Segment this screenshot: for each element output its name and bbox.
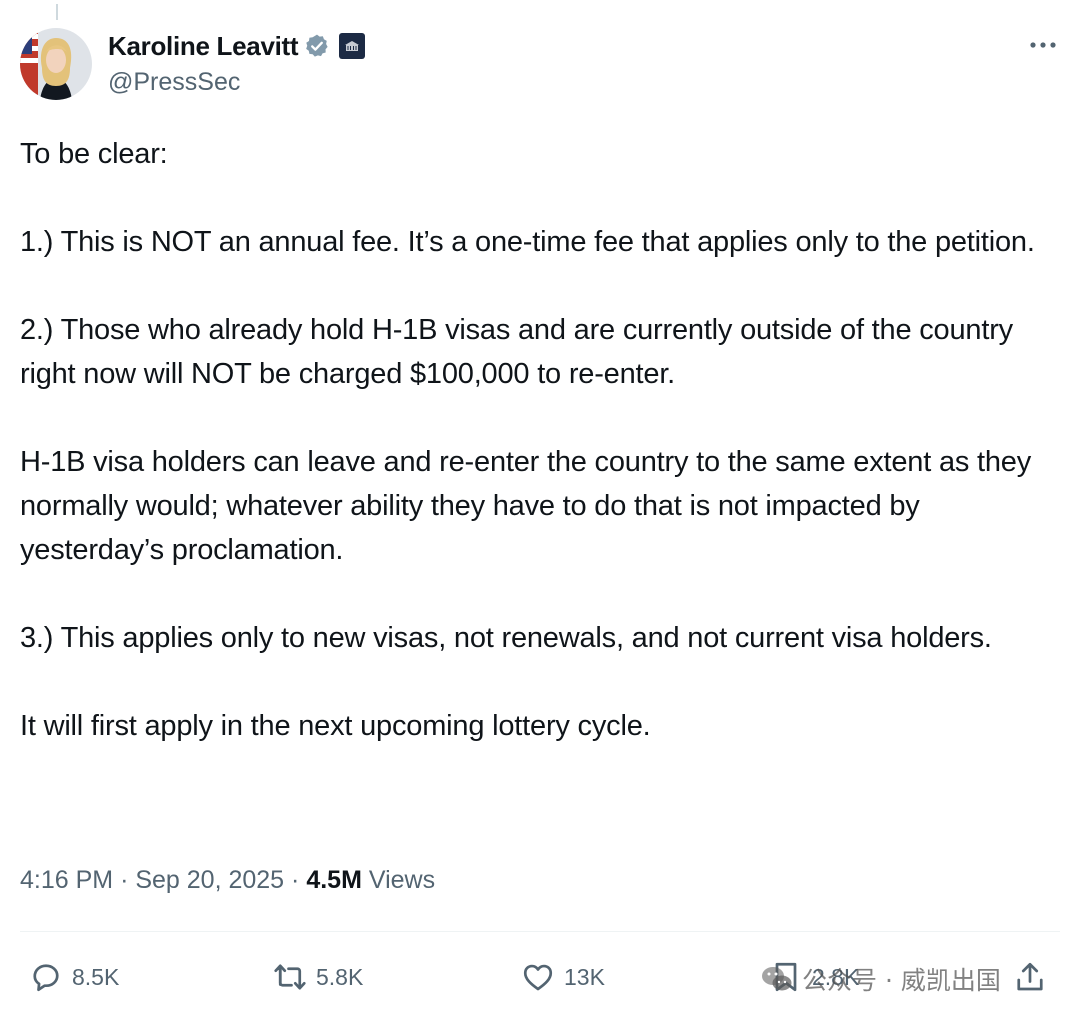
- more-icon[interactable]: [1028, 36, 1058, 54]
- reply-button[interactable]: 8.5K: [28, 952, 119, 1002]
- like-icon: [523, 964, 553, 991]
- reply-icon: [33, 964, 59, 992]
- share-button[interactable]: [1012, 952, 1056, 1002]
- tweet-paragraph: 1.) This is NOT an annual fee. It’s a on…: [20, 226, 1035, 258]
- author-handle[interactable]: @PressSec: [108, 68, 240, 97]
- meta-separator: ·: [291, 866, 300, 894]
- wechat-icon: [762, 967, 792, 991]
- retweet-button[interactable]: 5.8K: [272, 952, 363, 1002]
- tweet-paragraph: 2.) Those who already hold H-1B visas an…: [20, 314, 1013, 390]
- views-label: Views: [368, 866, 436, 894]
- verified-icon[interactable]: [304, 33, 330, 59]
- author-name[interactable]: Karoline Leavitt: [108, 31, 299, 62]
- tweet-paragraph: To be clear:: [20, 138, 168, 170]
- tweet-time[interactable]: 4:16 PM: [20, 866, 113, 894]
- retweet-icon: [274, 964, 306, 990]
- tweet-paragraph: H-1B visa holders can leave and re-enter…: [20, 446, 1032, 566]
- watermark-text: 公众号 · 威凯出国: [802, 966, 1001, 995]
- white-house-badge-icon[interactable]: [339, 33, 366, 59]
- tweet-meta: 4:16 PM · Sep 20, 2025 · 4.5M Views: [20, 866, 435, 895]
- tweet-body: To be clear: 1.) This is NOT an annual f…: [20, 132, 1060, 792]
- tweet-paragraph: 3.) This applies only to new visas, not …: [20, 622, 992, 654]
- watermark: 公众号 · 威凯出国: [760, 961, 1001, 997]
- author-name-row: Karoline Leavitt: [108, 30, 366, 62]
- reply-count: 8.5K: [72, 963, 120, 990]
- views-count[interactable]: 4.5M: [306, 866, 362, 894]
- share-icon: [1017, 962, 1043, 991]
- avatar[interactable]: [20, 28, 92, 100]
- like-button[interactable]: 13K: [520, 952, 605, 1002]
- tweet-date[interactable]: Sep 20, 2025: [135, 866, 284, 894]
- tweet-paragraph: It will first apply in the next upcoming…: [20, 710, 651, 742]
- thread-connector-line: [56, 4, 58, 20]
- divider: [20, 931, 1060, 932]
- like-count: 13K: [564, 963, 605, 990]
- tweet-header: Karoline Leavitt @PressSec: [20, 28, 1060, 102]
- meta-separator: ·: [120, 866, 129, 894]
- retweet-count: 5.8K: [316, 963, 364, 990]
